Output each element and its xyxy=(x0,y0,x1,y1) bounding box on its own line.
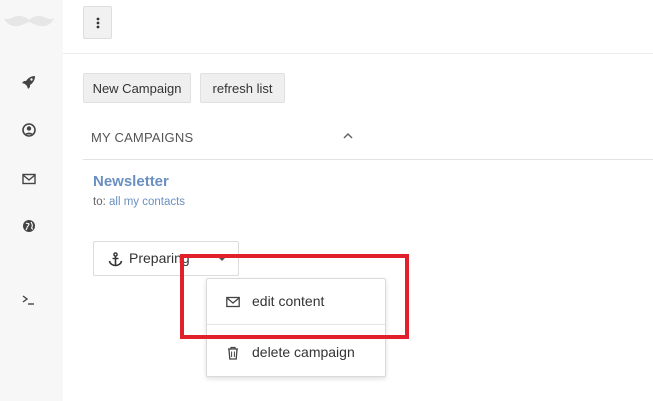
recipients-link[interactable]: all my contacts xyxy=(109,196,185,208)
user-circle-icon[interactable] xyxy=(20,121,38,139)
refresh-list-button[interactable]: refresh list xyxy=(200,73,285,103)
vertical-ellipsis-icon xyxy=(96,17,99,28)
menu-button[interactable] xyxy=(83,6,112,39)
section-title: MY CAMPAIGNS xyxy=(91,130,194,145)
campaign-actions-menu: edit content delete campaign xyxy=(206,278,386,377)
anchor-icon xyxy=(108,252,123,267)
mustache-logo xyxy=(4,16,54,27)
envelope-icon[interactable] xyxy=(20,170,38,188)
envelope-icon xyxy=(226,296,240,308)
caret-down-icon xyxy=(218,257,226,261)
top-bar xyxy=(63,0,653,54)
my-campaigns-header: MY CAMPAIGNS xyxy=(83,115,653,160)
rocket-icon[interactable] xyxy=(20,73,38,91)
menu-item-label: edit content xyxy=(252,293,325,309)
campaign-name[interactable]: Newsletter xyxy=(93,173,169,190)
terminal-icon[interactable] xyxy=(20,291,38,309)
to-prefix: to: xyxy=(93,196,106,208)
trash-icon xyxy=(228,346,238,360)
menu-item-edit-content[interactable]: edit content xyxy=(207,279,385,325)
status-label: Preparing xyxy=(129,250,190,266)
campaign-recipients: to: all my contacts xyxy=(93,196,185,208)
sidebar xyxy=(0,0,63,401)
chevron-up-icon[interactable] xyxy=(341,129,355,143)
new-campaign-button[interactable]: New Campaign xyxy=(83,73,191,103)
menu-item-label: delete campaign xyxy=(252,344,355,360)
globe-icon[interactable] xyxy=(20,217,38,235)
menu-item-delete-campaign[interactable]: delete campaign xyxy=(207,330,385,376)
